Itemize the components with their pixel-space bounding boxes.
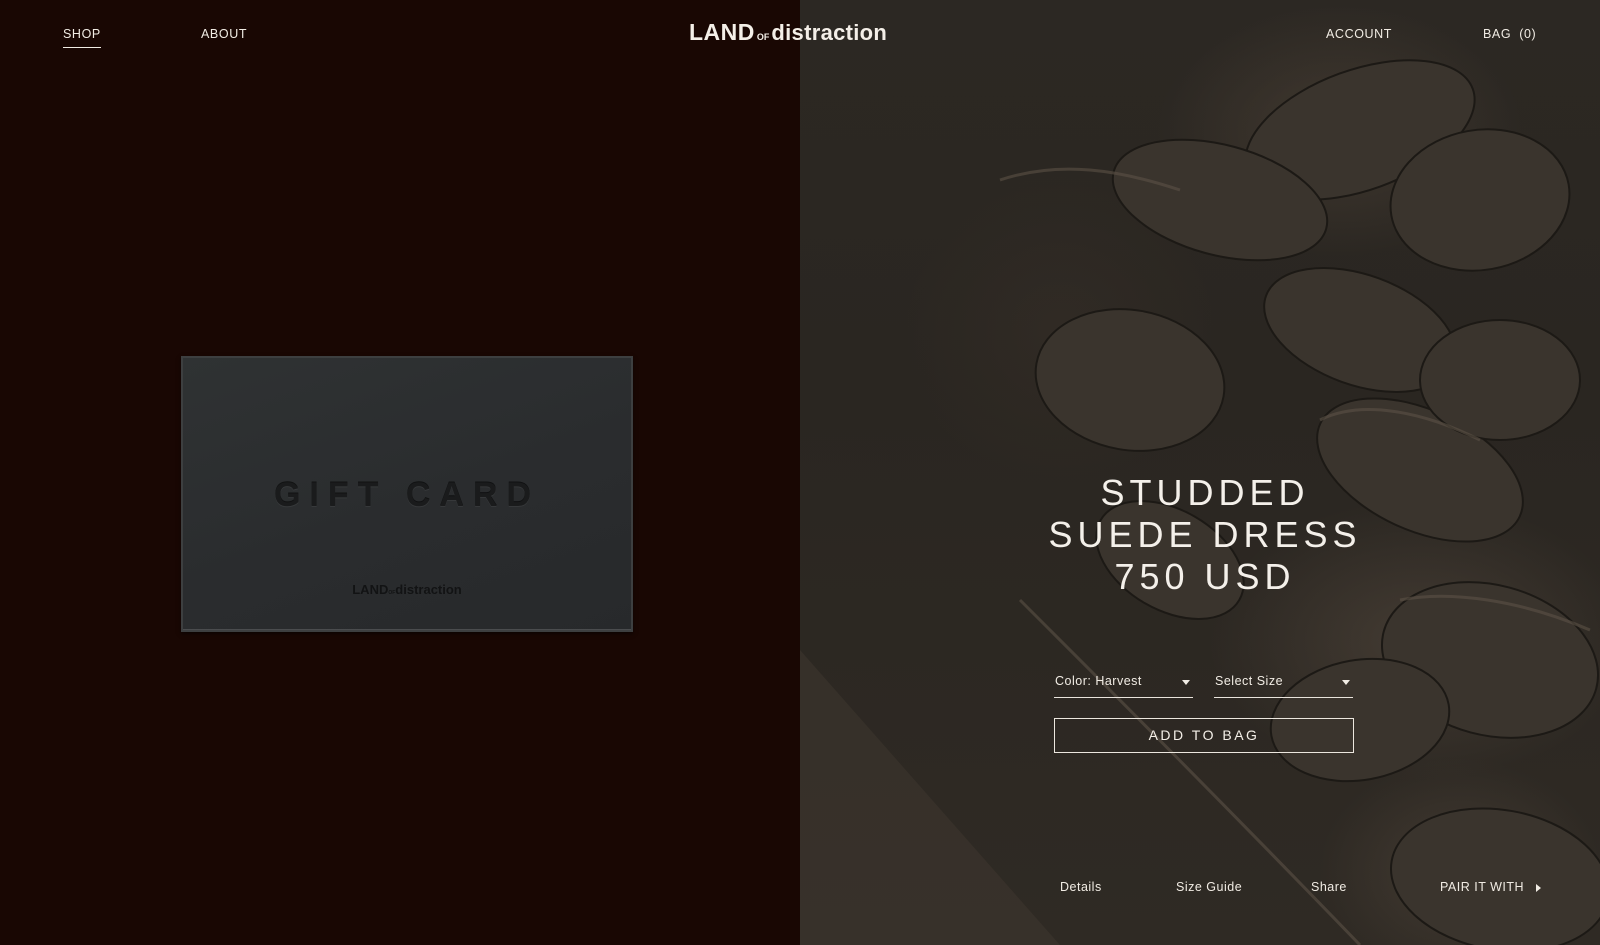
color-select-label: Color: Harvest	[1055, 674, 1142, 688]
chevron-right-icon	[1536, 883, 1542, 892]
share-link[interactable]: Share	[1311, 880, 1347, 894]
brand-logo[interactable]: LAND OF distraction	[689, 19, 887, 49]
chevron-down-icon	[1342, 680, 1350, 685]
size-select-label: Select Size	[1215, 674, 1284, 688]
brand-of: OF	[756, 32, 770, 42]
gift-card-logo-land: LAND	[352, 582, 389, 597]
gift-card-title: GIFT CARD	[273, 476, 541, 514]
product-title: STUDDED SUEDE DRESS 750 USD	[1000, 472, 1410, 598]
gift-card-logo-distraction: distraction	[395, 582, 462, 597]
nav-bag-link[interactable]: BAG (0)	[1483, 27, 1536, 41]
product-price: 750 USD	[1114, 556, 1296, 597]
details-link[interactable]: Details	[1060, 880, 1102, 894]
nav-about-link[interactable]: ABOUT	[201, 27, 247, 41]
bag-label: BAG	[1483, 27, 1512, 41]
nav-account-link[interactable]: ACCOUNT	[1326, 27, 1392, 41]
size-select[interactable]: Select Size	[1214, 672, 1353, 698]
product-page: GIFT CARD LANDOFdistraction SHOP ABOUT L…	[0, 0, 1600, 945]
gift-card-logo: LANDOFdistraction	[181, 581, 633, 599]
chevron-down-icon	[1182, 680, 1190, 685]
brand-distraction: distraction	[771, 20, 888, 45]
pair-it-with-label: PAIR IT WITH	[1440, 880, 1525, 894]
product-title-line-1: STUDDED	[1100, 472, 1310, 513]
gift-card-image: GIFT CARD LANDOFdistraction	[181, 356, 633, 632]
brand-land: LAND	[689, 19, 755, 45]
product-image-panel: GIFT CARD LANDOFdistraction	[0, 0, 800, 945]
size-guide-link[interactable]: Size Guide	[1176, 880, 1242, 894]
pair-it-with-link[interactable]: PAIR IT WITH	[1440, 880, 1542, 894]
add-to-bag-button[interactable]: ADD TO BAG	[1054, 718, 1354, 753]
nav-shop-link[interactable]: SHOP	[63, 27, 101, 48]
product-title-line-2: SUEDE DRESS	[1048, 514, 1362, 555]
bag-count: (0)	[1519, 27, 1537, 41]
color-select[interactable]: Color: Harvest	[1054, 672, 1193, 698]
